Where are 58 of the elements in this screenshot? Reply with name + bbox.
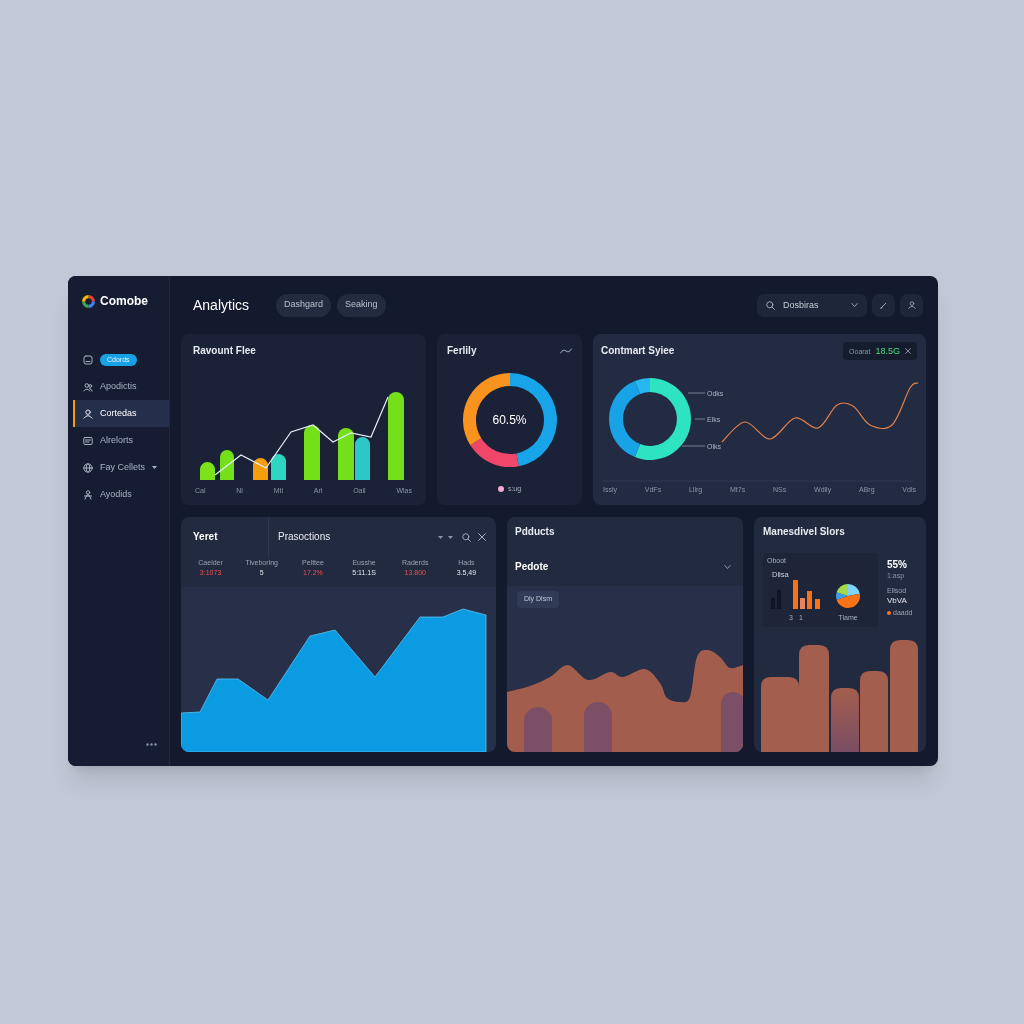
tab[interactable]: Seaking xyxy=(337,293,386,317)
chart-bar xyxy=(253,458,268,480)
chart-bar xyxy=(220,450,234,480)
chart-bar xyxy=(793,580,798,609)
tab[interactable]: Dashgard xyxy=(276,293,332,317)
globe-icon xyxy=(83,462,93,473)
nav-item[interactable]: Alrelorts xyxy=(73,427,169,454)
person-icon xyxy=(83,489,93,500)
filter-select[interactable]: Dosbiras xyxy=(757,293,867,317)
nav-item[interactable]: Ayodids xyxy=(73,481,169,508)
chevron-icon[interactable] xyxy=(724,564,731,569)
card-icon xyxy=(83,435,93,446)
caret-icon xyxy=(152,466,157,469)
app-icon xyxy=(83,354,93,365)
card-label: Yeret xyxy=(193,532,218,542)
card-title: Contmart Syiee xyxy=(601,344,675,358)
chevron-icon xyxy=(851,303,858,307)
chart-bar xyxy=(807,591,812,609)
tag-value: 18.5G xyxy=(875,346,900,356)
donut-value: 60.5% xyxy=(492,414,527,426)
card-title: Manesdivel Slors xyxy=(763,527,845,537)
chart-bar xyxy=(304,425,320,480)
chart-bar xyxy=(200,462,215,480)
leader-line xyxy=(694,418,706,420)
chart-bar xyxy=(524,707,552,752)
chart-bar xyxy=(831,688,859,752)
page-title: Analytics xyxy=(193,298,250,312)
wave-icon[interactable] xyxy=(560,348,572,354)
nav-item[interactable]: Apodictis xyxy=(73,373,169,400)
logo-text: Comobe xyxy=(100,295,148,307)
metric-value: VbVA xyxy=(887,597,907,605)
search-icon[interactable] xyxy=(462,532,471,542)
profile-button[interactable] xyxy=(900,293,923,317)
chart-bar xyxy=(584,702,612,752)
chart-bar xyxy=(721,692,743,752)
user-icon xyxy=(83,408,93,419)
card-title: Ravount Flee xyxy=(193,344,257,358)
chart-bar xyxy=(800,598,805,609)
kpi-value: 55% xyxy=(887,560,907,570)
nav-item[interactable]: Cortedas xyxy=(73,400,169,427)
more-icon[interactable] xyxy=(146,743,157,746)
chart-bar xyxy=(338,428,354,480)
leader-line xyxy=(681,445,706,447)
user-icon xyxy=(907,301,916,309)
users-icon xyxy=(83,381,93,392)
card-title: Pdducts xyxy=(515,527,555,537)
close-icon[interactable] xyxy=(905,348,911,354)
search-icon xyxy=(766,300,775,310)
pen-icon xyxy=(880,301,887,309)
leader-line xyxy=(687,392,706,394)
chart-bar xyxy=(815,599,820,609)
logo-icon xyxy=(82,294,95,308)
chart-bar xyxy=(271,454,286,480)
card-title: Ferlily xyxy=(447,344,477,358)
chart-bar xyxy=(355,437,370,480)
card-title: Prasoctions xyxy=(278,532,331,542)
close-icon[interactable] xyxy=(478,533,486,541)
nav-item[interactable]: Fay Cellets xyxy=(73,454,169,481)
